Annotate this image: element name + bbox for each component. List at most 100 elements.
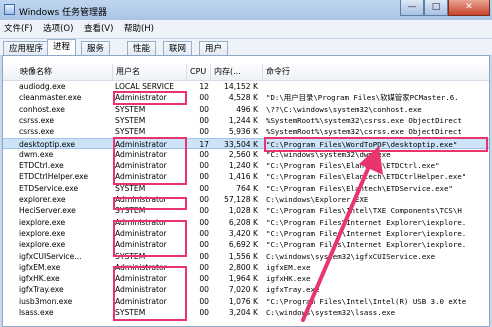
- process-user-name: SYSTEM: [115, 104, 146, 114]
- column-user-name[interactable]: 用户名: [113, 64, 187, 80]
- process-cpu: 00: [199, 308, 209, 317]
- table-row[interactable]: iexplore.exe Administrator 00 3,420 K "C:\Pr…: [3, 228, 489, 239]
- table-row[interactable]: iexplore.exe Administrator 00 6,208 K "C:\Pr…: [3, 217, 489, 228]
- process-user-name: SYSTEM: [115, 251, 146, 261]
- column-header-row: 映像名称 用户名 CPU 内存(... 命令行: [3, 64, 489, 81]
- table-row[interactable]: dwm.exe Administrator 00 2,560 K "C:\windows…: [3, 149, 489, 160]
- process-image-name: csrss.exe: [19, 127, 55, 137]
- tab-users[interactable]: 用户: [199, 41, 229, 55]
- process-memory: 5,936 K: [228, 127, 258, 137]
- process-image-name: igfxHK.exe: [19, 274, 60, 284]
- process-command-line: C:\windows\system32\igfxCUIService.exe: [266, 251, 436, 261]
- process-image-name: iexplore.exe: [19, 228, 66, 238]
- table-row[interactable]: igfxTray.exe Administrator 00 7,020 K igfxTr…: [3, 284, 489, 295]
- tab-performance[interactable]: 性能: [127, 41, 157, 55]
- process-command-line: "C:\Program Files\Internet Explorer\iexp…: [266, 217, 467, 227]
- process-image-name: dwm.exe: [19, 149, 54, 159]
- column-command-line[interactable]: 命令行: [263, 64, 489, 80]
- table-row[interactable]: ETDCtrl.exe Administrator 00 1,240 K "C:\Pro…: [3, 160, 489, 171]
- process-memory: 7,020 K: [228, 285, 258, 295]
- table-row[interactable]: lsass.exe SYSTEM 00 3,204 K C:\windows\syste…: [3, 307, 489, 318]
- process-user-name: Administrator: [115, 296, 167, 306]
- process-memory: 6,692 K: [228, 240, 258, 250]
- process-command-line: "C:\Program Files\Intel\TXE Components\T…: [266, 206, 462, 216]
- table-row[interactable]: explorer.exe Administrator 00 57,128 K C:\wi…: [3, 194, 489, 205]
- process-cpu: 00: [199, 206, 209, 216]
- process-cpu: 00: [199, 104, 209, 114]
- process-cpu: 00: [199, 127, 209, 137]
- table-row[interactable]: igfxEM.exe Administrator 00 2,800 K igfxEM.e…: [3, 262, 489, 273]
- process-user-name: SYSTEM: [115, 206, 146, 216]
- process-cpu: 00: [199, 93, 209, 103]
- process-memory: 1,244 K: [228, 115, 258, 125]
- process-cpu: 00: [199, 149, 209, 159]
- process-user-name: Administrator: [115, 172, 167, 182]
- process-user-name: Administrator: [115, 285, 167, 295]
- table-row[interactable]: csrss.exe SYSTEM 00 5,936 K %SystemRoot%\sys…: [3, 126, 489, 137]
- menu-view[interactable]: 查看(V): [80, 20, 117, 38]
- process-memory: 6,208 K: [228, 217, 258, 227]
- minimize-button[interactable]: —: [400, 0, 424, 16]
- process-image-name: igfxEM.exe: [19, 262, 61, 272]
- table-row[interactable]: iusb3mon.exe Administrator 00 1,076 K "C:\Pr…: [3, 296, 489, 307]
- process-command-line: "C:\Program Files\Intel\Intel(R) USB 3.0…: [266, 296, 467, 306]
- process-memory: 3,204 K: [228, 308, 258, 317]
- process-list-panel: 映像名称 用户名 CPU 内存(... 命令行 audiodg.exe LOCAL…: [2, 55, 490, 327]
- title-bar[interactable]: Windows 任务管理器 — □ ✕: [0, 0, 492, 20]
- process-command-line: %SystemRoot%\system32\csrss.exe ObjectDi…: [266, 127, 462, 137]
- process-cpu: 00: [199, 115, 209, 125]
- task-manager-icon: [4, 4, 15, 15]
- tab-networking[interactable]: 联网: [163, 41, 193, 55]
- column-image-name[interactable]: 映像名称: [17, 64, 113, 80]
- process-user-name: Administrator: [115, 149, 167, 159]
- process-image-name: iusb3mon.exe: [19, 296, 73, 306]
- tab-processes[interactable]: 进程: [47, 39, 77, 55]
- table-row[interactable]: igfxHK.exe Administrator 00 1,964 K igfxHK.e…: [3, 273, 489, 284]
- menu-options[interactable]: 选项(O): [39, 20, 77, 38]
- process-image-name: igfxTray.exe: [19, 285, 64, 295]
- table-row[interactable]: desktoptip.exe Administrator 17 33,504 K "C:…: [3, 137, 489, 149]
- process-memory: 57,128 K: [224, 195, 258, 204]
- process-command-line: igfxHK.exe: [266, 274, 311, 284]
- table-row[interactable]: csrss.exe SYSTEM 00 1,244 K %SystemRoot%\sys…: [3, 115, 489, 126]
- process-command-line: "C:\windows\system32\dwm.exe: [266, 149, 391, 159]
- process-cpu: 00: [199, 262, 209, 272]
- process-cpu: 00: [199, 161, 209, 171]
- maximize-button[interactable]: □: [424, 0, 448, 16]
- tab-strip: 应用程序 进程 服务 性能 联网 用户: [0, 39, 492, 55]
- process-image-name: igfxCUIService...: [19, 251, 82, 261]
- table-row[interactable]: igfxCUIService... SYSTEM 00 1,556 K C:\windo…: [3, 251, 489, 262]
- process-user-name: SYSTEM: [115, 115, 146, 125]
- table-row[interactable]: HeciServer.exe SYSTEM 00 1,028 K "C:\Program…: [3, 205, 489, 216]
- process-user-name: Administrator: [115, 161, 167, 171]
- process-user-name: Administrator: [115, 240, 167, 250]
- process-cpu: 00: [199, 228, 209, 238]
- table-row[interactable]: audiodg.exe LOCAL SERVICE 12 14,152 K: [3, 81, 489, 92]
- tab-applications[interactable]: 应用程序: [3, 41, 50, 55]
- table-row[interactable]: iexplore.exe Administrator 00 6,692 K "C:\Pr…: [3, 239, 489, 250]
- table-row[interactable]: ETDCtrlHelper.exe Administrator 00 1,416 K "…: [3, 171, 489, 182]
- menu-help[interactable]: 帮助(H): [120, 20, 158, 38]
- process-user-name: LOCAL SERVICE: [115, 82, 175, 91]
- process-image-name: explorer.exe: [19, 195, 66, 204]
- tab-services[interactable]: 服务: [81, 41, 111, 55]
- process-user-name: Administrator: [115, 228, 167, 238]
- process-image-name: csrss.exe: [19, 115, 55, 125]
- menu-file[interactable]: 文件(F): [0, 20, 37, 38]
- task-manager-window: Windows 任务管理器 — □ ✕ 文件(F) 选项(O) 查看(V) 帮助…: [0, 0, 492, 327]
- process-image-name: conhost.exe: [19, 104, 65, 114]
- table-row[interactable]: ETDService.exe SYSTEM 00 764 K "C:\Program F…: [3, 183, 489, 194]
- table-row[interactable]: cleanmaster.exe Administrator 00 4,528 K "D:…: [3, 92, 489, 103]
- process-memory: 1,964 K: [228, 274, 258, 284]
- close-button[interactable]: ✕: [448, 0, 490, 16]
- process-cpu: 00: [199, 285, 209, 295]
- process-image-name: HeciServer.exe: [19, 206, 76, 216]
- column-cpu[interactable]: CPU: [187, 64, 211, 80]
- table-row[interactable]: conhost.exe SYSTEM 00 496 K \??\C:\windows\s…: [3, 104, 489, 115]
- process-memory: 1,416 K: [228, 172, 258, 182]
- process-image-name: audiodg.exe: [19, 82, 66, 91]
- process-memory: 2,800 K: [228, 262, 258, 272]
- process-user-name: SYSTEM: [115, 127, 146, 137]
- process-cpu: 12: [199, 82, 209, 91]
- column-memory[interactable]: 内存(...: [211, 64, 263, 80]
